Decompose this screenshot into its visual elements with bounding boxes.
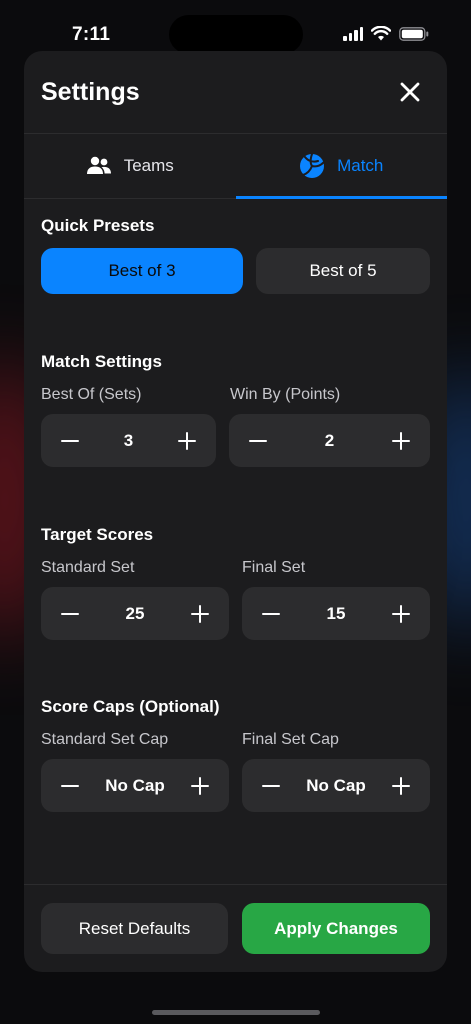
target-scores-title: Target Scores bbox=[41, 525, 154, 544]
reset-defaults-button[interactable]: Reset Defaults bbox=[41, 903, 228, 954]
preset-best-of-3-button[interactable]: Best of 3 bbox=[41, 248, 243, 294]
final-set-cap-label: Final Set Cap bbox=[242, 731, 339, 748]
standard-set-decrement-button[interactable] bbox=[41, 587, 99, 640]
standard-set-cap-decrement-button[interactable] bbox=[41, 759, 99, 812]
plus-icon bbox=[190, 604, 209, 623]
final-set-increment-button[interactable] bbox=[372, 587, 430, 640]
volleyball-icon bbox=[300, 153, 325, 178]
status-time: 7:11 bbox=[72, 24, 111, 45]
apply-changes-button[interactable]: Apply Changes bbox=[242, 903, 430, 954]
tab-match[interactable]: Match bbox=[235, 134, 448, 199]
sheet-header: Settings bbox=[24, 51, 447, 134]
best-of-label: Best Of (Sets) bbox=[41, 386, 142, 403]
minus-icon bbox=[262, 784, 280, 787]
win-by-value: 2 bbox=[324, 430, 335, 450]
plus-icon bbox=[391, 604, 410, 623]
final-set-value: 15 bbox=[326, 603, 346, 623]
best-of-value: 3 bbox=[123, 430, 134, 450]
final-set-stepper: 15 bbox=[242, 587, 430, 640]
sheet-footer: Reset Defaults Apply Changes bbox=[24, 884, 447, 972]
settings-sheet: Settings Teams Match Quick Presets Best … bbox=[24, 51, 447, 972]
final-set-cap-stepper: No Cap bbox=[242, 759, 430, 812]
tab-bar: Teams Match bbox=[24, 134, 447, 199]
win-by-label: Win By (Points) bbox=[230, 386, 341, 403]
standard-set-cap-label: Standard Set Cap bbox=[41, 731, 169, 748]
minus-icon bbox=[61, 439, 79, 442]
battery-icon bbox=[399, 26, 429, 41]
match-settings-title: Match Settings bbox=[41, 352, 162, 371]
standard-set-cap-increment-button[interactable] bbox=[171, 759, 229, 812]
status-bar: 7:11 bbox=[0, 0, 471, 54]
standard-set-label: Standard Set bbox=[41, 559, 135, 576]
best-of-increment-button[interactable] bbox=[158, 414, 216, 467]
standard-set-cap-stepper: No Cap bbox=[41, 759, 229, 812]
final-set-cap-value: No Cap bbox=[306, 775, 366, 795]
final-set-cap-decrement-button[interactable] bbox=[242, 759, 300, 812]
home-indicator[interactable] bbox=[152, 1010, 320, 1015]
people-icon bbox=[86, 156, 111, 174]
final-set-cap-increment-button[interactable] bbox=[372, 759, 430, 812]
win-by-decrement-button[interactable] bbox=[229, 414, 287, 467]
preset-best-of-5-button[interactable]: Best of 5 bbox=[256, 248, 430, 294]
tab-teams[interactable]: Teams bbox=[24, 134, 236, 198]
plus-icon bbox=[191, 776, 209, 795]
standard-set-increment-button[interactable] bbox=[171, 587, 229, 640]
close-icon[interactable] bbox=[397, 79, 423, 105]
status-icons bbox=[343, 26, 429, 41]
cellular-signal-icon bbox=[343, 26, 363, 41]
minus-icon bbox=[61, 612, 79, 615]
plus-icon bbox=[178, 431, 196, 450]
tab-match-label: Match bbox=[337, 156, 384, 175]
plus-icon bbox=[392, 776, 410, 795]
standard-set-stepper: 25 bbox=[41, 587, 229, 640]
standard-set-value: 25 bbox=[125, 603, 145, 623]
quick-presets-title: Quick Presets bbox=[41, 216, 155, 235]
plus-icon bbox=[392, 431, 410, 450]
final-set-decrement-button[interactable] bbox=[242, 587, 300, 640]
minus-icon bbox=[249, 439, 267, 442]
best-of-stepper: 3 bbox=[41, 414, 216, 467]
wifi-icon bbox=[371, 26, 391, 41]
minus-icon bbox=[262, 612, 280, 615]
score-caps-title: Score Caps (Optional) bbox=[41, 697, 220, 716]
page-title: Settings bbox=[41, 78, 140, 106]
standard-set-cap-value: No Cap bbox=[105, 775, 165, 795]
tab-teams-label: Teams bbox=[123, 156, 174, 175]
final-set-label: Final Set bbox=[242, 559, 306, 576]
dynamic-island bbox=[169, 15, 303, 54]
win-by-stepper: 2 bbox=[229, 414, 430, 467]
best-of-decrement-button[interactable] bbox=[41, 414, 99, 467]
minus-icon bbox=[61, 784, 79, 787]
win-by-increment-button[interactable] bbox=[372, 414, 430, 467]
